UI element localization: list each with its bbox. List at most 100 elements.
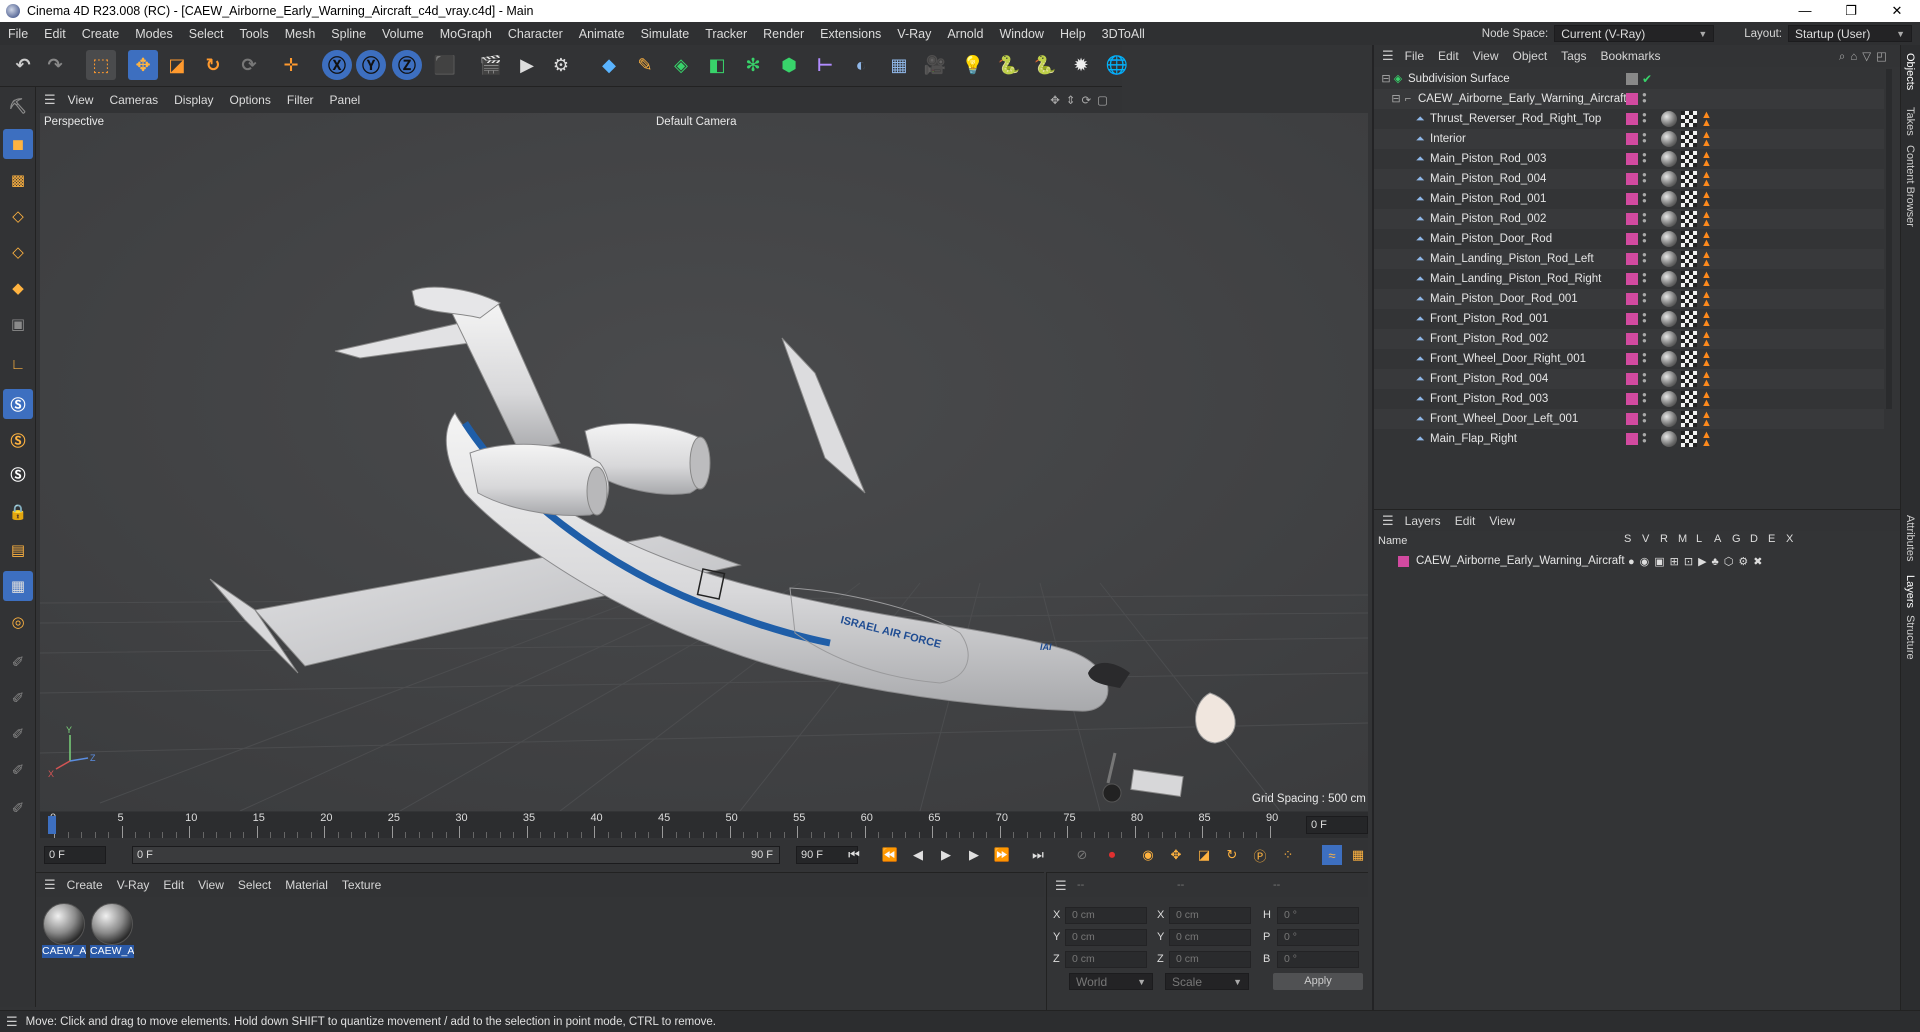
uv-tag-icon[interactable] [1681, 251, 1697, 267]
selection-tag-icon[interactable]: ▲ ▲ [1701, 270, 1715, 289]
layer-flag-column[interactable]: V [1642, 533, 1649, 545]
menu-3dtoall[interactable]: 3DToAll [1094, 27, 1153, 41]
material-tag-icon[interactable] [1661, 151, 1677, 167]
visibility-dots-icon[interactable]: ● ● [1642, 431, 1648, 446]
menu-extensions[interactable]: Extensions [812, 27, 889, 41]
edit-flag-icon[interactable] [1626, 73, 1638, 85]
object-row[interactable]: ⏶ Front_Wheel_Door_Left_001 ● ● ▲ ▲ [1374, 409, 1884, 429]
locked-workplane-icon[interactable]: ◎ [3, 607, 33, 637]
selection-tag-icon[interactable]: ▲ ▲ [1701, 150, 1715, 169]
object-row[interactable]: ⏶ Main_Piston_Door_Rod_001 ● ● ▲ ▲ [1374, 289, 1884, 309]
workplane-icon[interactable]: ▤ [3, 535, 33, 565]
menu-tools[interactable]: Tools [232, 27, 277, 41]
selection-tag-icon[interactable]: ▲ ▲ [1701, 410, 1715, 429]
go-to-end-icon[interactable]: ⏭ [1028, 845, 1048, 865]
uv-tag-icon[interactable] [1681, 351, 1697, 367]
layer-color-tag[interactable] [1626, 373, 1638, 385]
enabled-check-icon[interactable]: ✔ [1642, 72, 1652, 86]
texture-mode-icon[interactable]: ▩ [3, 165, 33, 195]
material-swatch[interactable]: CAEW_A [42, 903, 86, 958]
camera-object-icon[interactable]: 🎥 [920, 50, 950, 80]
menu-help[interactable]: Help [1052, 27, 1094, 41]
mograph-cloner-icon[interactable]: ✻ [738, 50, 768, 80]
tab-attributes[interactable]: Attributes [1904, 515, 1916, 561]
layer-color-tag[interactable] [1626, 253, 1638, 265]
layer-color-tag[interactable] [1626, 393, 1638, 405]
visibility-dots-icon[interactable]: ● ● [1642, 271, 1648, 286]
layer-color-tag[interactable] [1626, 173, 1638, 185]
visibility-dots-icon[interactable]: ● ● [1642, 311, 1648, 326]
menu-character[interactable]: Character [500, 27, 571, 41]
objects-menu-tags[interactable]: Tags [1554, 49, 1593, 63]
key-scale-icon[interactable]: ◪ [1194, 845, 1214, 865]
uv-tag-icon[interactable] [1681, 131, 1697, 147]
material-tag-icon[interactable] [1661, 231, 1677, 247]
grid-workplane-icon[interactable]: ▦ [3, 571, 33, 601]
viewport-camera-label[interactable]: Default Camera [656, 116, 737, 128]
size-field[interactable]: 0 cm [1169, 907, 1251, 924]
layer-flag-column[interactable]: A [1714, 533, 1721, 545]
axis-mode-icon[interactable]: ∟ [3, 349, 33, 379]
object-row[interactable]: ⏶ Main_Piston_Rod_001 ● ● ▲ ▲ [1374, 189, 1884, 209]
key-position-icon[interactable]: ✥ [1166, 845, 1186, 865]
uv-mode-icon[interactable]: ▣ [3, 309, 33, 339]
python-generator-icon[interactable]: 🐍 [1030, 50, 1060, 80]
menu-modes[interactable]: Modes [127, 27, 181, 41]
menu-tracker[interactable]: Tracker [697, 27, 755, 41]
object-row[interactable]: ⏶ Front_Wheel_Door_Right_001 ● ● ▲ ▲ [1374, 349, 1884, 369]
material-menu-texture[interactable]: Texture [335, 878, 388, 892]
hamburger-icon[interactable]: ☰ [1055, 878, 1067, 894]
visibility-dots-icon[interactable]: ● ● [1642, 191, 1648, 206]
layer-row[interactable]: CAEW_Airborne_Early_Warning_Aircraft ●◉▣… [1374, 551, 1884, 571]
selection-tag-icon[interactable]: ▲ ▲ [1701, 170, 1715, 189]
edges-mode-icon[interactable]: ◇ [3, 237, 33, 267]
selection-tag-icon[interactable]: ▲ ▲ [1701, 210, 1715, 229]
uv-tag-icon[interactable] [1681, 431, 1697, 447]
objects-search-filter-icons[interactable]: ⌕⌂▽◰ [1839, 49, 1892, 64]
z-axis-lock-icon[interactable]: Ⓩ [392, 50, 422, 80]
object-row-aircraft-group[interactable]: ⊟ ⌐ CAEW_Airborne_Early_Warning_Aircraft… [1374, 89, 1884, 109]
previous-frame-icon[interactable]: ◀ [908, 845, 928, 865]
transform-tool-icon[interactable]: ✛ [276, 50, 306, 80]
viewport-menu-display[interactable]: Display [166, 93, 221, 107]
position-field[interactable]: 0 cm [1065, 951, 1147, 968]
live-selection-icon[interactable]: ⬚ [86, 50, 116, 80]
material-tag-icon[interactable] [1661, 351, 1677, 367]
layout-dropdown[interactable]: Startup (User) ▼ [1788, 25, 1912, 42]
object-row[interactable]: ⏶ Interior ● ● ▲ ▲ [1374, 129, 1884, 149]
viewport-canvas[interactable]: ISRAEL AIR FORCE IAI Y X Z [40, 113, 1368, 811]
visibility-dots-icon[interactable]: ● ● [1642, 411, 1648, 426]
menu-spline[interactable]: Spline [323, 27, 374, 41]
extrude-generator-icon[interactable]: ◧ [702, 50, 732, 80]
object-row-subdivision-surface[interactable]: ⊟ ◈ Subdivision Surface ✔ [1374, 69, 1884, 89]
bend-deformer-icon[interactable]: ⊢ [810, 50, 840, 80]
selection-tag-icon[interactable]: ▲ ▲ [1701, 310, 1715, 329]
pen-spline-icon[interactable]: ✎ [630, 50, 660, 80]
object-row[interactable]: ⏶ Main_Piston_Door_Rod ● ● ▲ ▲ [1374, 229, 1884, 249]
position-field[interactable]: 0 cm [1065, 907, 1147, 924]
playhead[interactable] [48, 816, 56, 834]
selection-tag-icon[interactable]: ▲ ▲ [1701, 190, 1715, 209]
layer-flag-column[interactable]: G [1732, 533, 1741, 545]
visibility-dots-icon[interactable]: ● ● [1642, 251, 1648, 266]
sculpt-brush-icon[interactable]: ✐ [3, 647, 33, 677]
paint-brush-icon[interactable]: ✐ [3, 683, 33, 713]
visibility-dots-icon[interactable]: ● ● [1642, 391, 1648, 406]
menu-volume[interactable]: Volume [374, 27, 432, 41]
material-tag-icon[interactable] [1661, 331, 1677, 347]
hair-brush-icon[interactable]: ✐ [3, 793, 33, 823]
visibility-dots-icon[interactable]: ● ● [1642, 351, 1648, 366]
light-object-icon[interactable]: 💡 [958, 50, 988, 80]
preview-start-field[interactable]: 0 F [44, 846, 106, 864]
play-icon[interactable]: ▶ [936, 845, 956, 865]
layer-flag-column[interactable]: X [1786, 533, 1793, 545]
hamburger-icon[interactable]: ☰ [1382, 513, 1394, 529]
uv-tag-icon[interactable] [1681, 411, 1697, 427]
object-row[interactable]: ⏶ Main_Landing_Piston_Rod_Left ● ● ▲ ▲ [1374, 249, 1884, 269]
layer-color-tag[interactable] [1626, 113, 1638, 125]
layer-flag-column[interactable]: D [1750, 533, 1758, 545]
layers-menu-layers[interactable]: Layers [1398, 514, 1448, 528]
collapse-icon[interactable]: ⊟ [1380, 73, 1392, 85]
floor-object-icon[interactable]: ▦ [884, 50, 914, 80]
object-row[interactable]: ⏶ Front_Piston_Rod_001 ● ● ▲ ▲ [1374, 309, 1884, 329]
